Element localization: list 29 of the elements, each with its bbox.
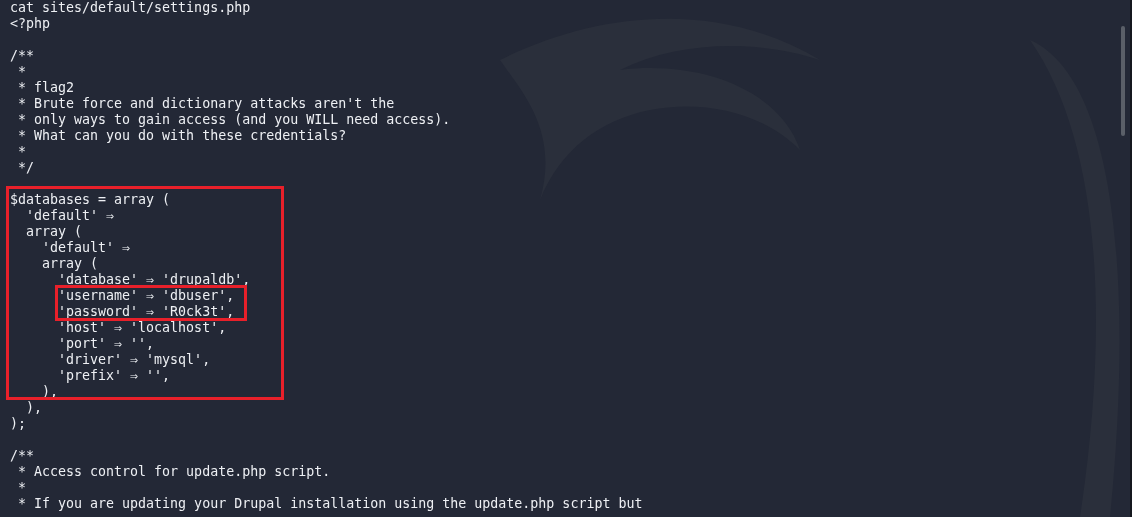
code-line: * <box>17 144 27 160</box>
code-line: * What can you do with these credentials? <box>17 128 348 144</box>
scrollbar[interactable] <box>1121 26 1125 136</box>
code-line: 'host' ⇒ 'localhost', <box>57 320 228 336</box>
code-line: * Access control for update.php script. <box>17 464 332 480</box>
code-line: * Brute force and dictionary attacks aren't the <box>17 96 396 112</box>
code-line: array ( <box>41 256 100 272</box>
code-line: /** <box>10 48 36 64</box>
code-line: 'username' ⇒ 'dbuser', <box>57 288 236 304</box>
code-line: 'database' ⇒ 'drupaldb', <box>57 272 252 288</box>
code-line: ), <box>25 400 44 416</box>
code-line: ); <box>10 416 27 432</box>
code-line: <?php <box>10 16 52 32</box>
code-line: * only ways to gain access (and you WILL need access). <box>17 112 452 128</box>
code-line: array ( <box>25 224 84 240</box>
code-line: * If you are updating your Drupal installation using the update.php script but <box>17 496 644 512</box>
code-line: 'prefix' ⇒ '', <box>57 368 172 384</box>
code-line: 'driver' ⇒ 'mysql', <box>57 352 212 368</box>
code-line: * flag2 <box>17 80 76 96</box>
code-line: cat sites/default/settings.php <box>10 0 252 16</box>
code-line: * <box>17 480 27 496</box>
code-line: */ <box>17 160 36 176</box>
code-line: $databases = array ( <box>10 192 172 208</box>
code-line: 'default' ⇒ <box>25 208 116 224</box>
code-line: * <box>17 64 27 80</box>
code-line: /** <box>10 448 36 464</box>
code-line: 'port' ⇒ '', <box>57 336 156 352</box>
code-line: 'password' ⇒ 'R0ck3t', <box>57 304 236 320</box>
code-line: 'default' ⇒ <box>41 240 132 256</box>
